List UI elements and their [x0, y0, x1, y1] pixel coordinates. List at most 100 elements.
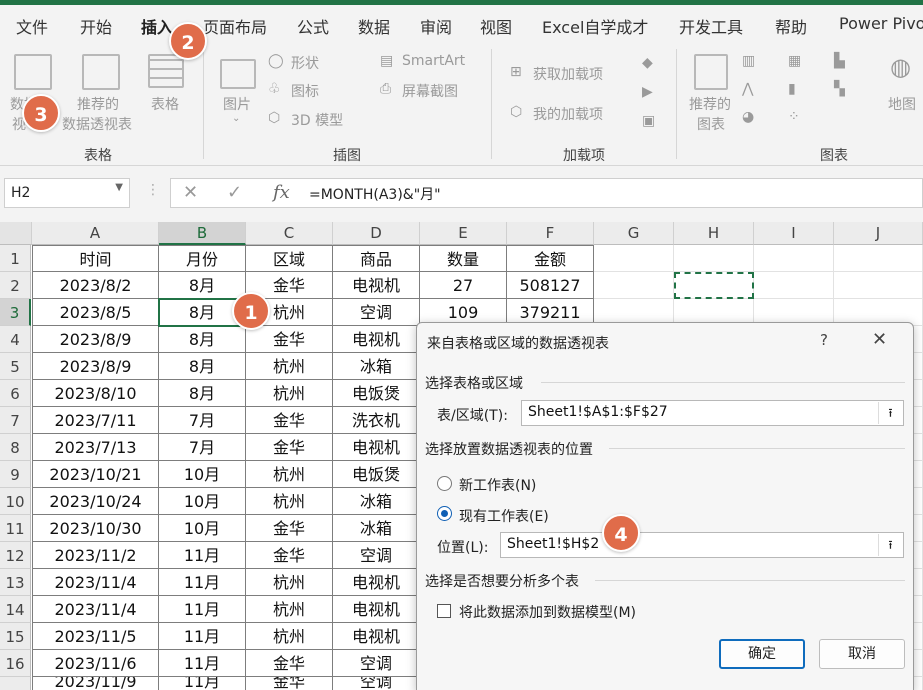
- table-cell[interactable]: 2023/8/9: [32, 353, 159, 380]
- enter-icon[interactable]: ✓: [227, 182, 242, 203]
- row-header[interactable]: 7: [0, 407, 31, 434]
- table-cell[interactable]: 冰箱: [333, 515, 420, 542]
- table-header-cell[interactable]: 商品: [333, 245, 420, 272]
- table-cell[interactable]: 金华: [246, 515, 333, 542]
- table-cell[interactable]: 2023/10/30: [32, 515, 159, 542]
- table-header-cell[interactable]: 数量: [420, 245, 507, 272]
- data-model-checkbox[interactable]: [437, 604, 451, 618]
- table-cell[interactable]: 2023/10/21: [32, 461, 159, 488]
- ok-button[interactable]: 确定: [719, 639, 805, 669]
- column-header-b[interactable]: B: [159, 222, 246, 245]
- table-cell[interactable]: 空调: [333, 677, 420, 690]
- line-chart-icon[interactable]: ⋀: [742, 81, 753, 97]
- column-header-i[interactable]: I: [754, 222, 834, 245]
- formula-input[interactable]: ✕ ✓ fx =MONTH(A3)&"月": [170, 178, 923, 208]
- recommended-charts-icon[interactable]: [694, 54, 728, 90]
- table-cell[interactable]: 2023/7/11: [32, 407, 159, 434]
- picture-icon[interactable]: [220, 59, 256, 89]
- table-header-cell[interactable]: 时间: [32, 245, 159, 272]
- map-icon[interactable]: ◍: [890, 53, 911, 81]
- empty-cell[interactable]: [834, 245, 923, 272]
- column-header-g[interactable]: G: [594, 222, 674, 245]
- row-header[interactable]: 11: [0, 515, 31, 542]
- cancel-icon[interactable]: ✕: [183, 182, 198, 203]
- tab-data[interactable]: 数据: [358, 14, 390, 38]
- tab-developer[interactable]: 开发工具: [679, 14, 743, 38]
- table-cell[interactable]: 10月: [159, 461, 246, 488]
- select-all-corner[interactable]: [0, 222, 32, 245]
- table-cell[interactable]: 金华: [246, 542, 333, 569]
- tab-home[interactable]: 开始: [80, 14, 112, 38]
- pivot-table-icon[interactable]: [14, 54, 52, 90]
- table-cell[interactable]: 7月: [159, 407, 246, 434]
- bing-icon[interactable]: ▶: [642, 84, 653, 100]
- table-cell[interactable]: 电饭煲: [333, 461, 420, 488]
- drag-handle-icon[interactable]: ⋮: [146, 182, 160, 198]
- table-cell[interactable]: 冰箱: [333, 353, 420, 380]
- column-header-a[interactable]: A: [32, 222, 159, 245]
- row-header[interactable]: 10: [0, 488, 31, 515]
- table-cell[interactable]: 杭州: [246, 569, 333, 596]
- tab-page-layout[interactable]: 页面布局: [203, 14, 267, 38]
- maps-label[interactable]: 地图: [888, 94, 916, 114]
- hierarchy-chart-icon[interactable]: ▦: [788, 53, 801, 69]
- table-header-cell[interactable]: 金额: [507, 245, 594, 272]
- data-model-label[interactable]: 将此数据添加到数据模型(M): [459, 602, 636, 622]
- table-cell[interactable]: 2023/8/5: [32, 299, 159, 326]
- statistic-chart-icon[interactable]: ▮: [788, 81, 796, 97]
- screenshot-label[interactable]: 屏幕截图: [402, 81, 458, 101]
- visio-icon[interactable]: ◆: [642, 55, 653, 71]
- shapes-label[interactable]: 形状: [291, 53, 319, 73]
- row-header[interactable]: 6: [0, 380, 31, 407]
- people-graph-icon[interactable]: ▣: [642, 113, 655, 129]
- table-cell[interactable]: 金华: [246, 434, 333, 461]
- table-cell[interactable]: 电视机: [333, 434, 420, 461]
- row-header[interactable]: 8: [0, 434, 31, 461]
- table-cell[interactable]: 2023/7/13: [32, 434, 159, 461]
- column-chart-icon[interactable]: ▥: [742, 53, 755, 69]
- row-header[interactable]: [0, 677, 31, 690]
- smartart-icon[interactable]: ▤: [380, 53, 393, 69]
- column-header-d[interactable]: D: [333, 222, 420, 245]
- table-cell[interactable]: 杭州: [246, 461, 333, 488]
- table-header-cell[interactable]: 区域: [246, 245, 333, 272]
- column-header-j[interactable]: J: [834, 222, 923, 245]
- table-cell[interactable]: 11月: [159, 677, 246, 690]
- table-cell[interactable]: 冰箱: [333, 488, 420, 515]
- icons-label[interactable]: 图标: [291, 81, 319, 101]
- recommended-pivot-icon[interactable]: [82, 54, 120, 90]
- table-cell[interactable]: 电视机: [333, 272, 420, 299]
- tab-insert[interactable]: 插入: [141, 14, 173, 38]
- tab-help[interactable]: 帮助: [775, 14, 807, 38]
- name-box[interactable]: H2 ▼: [4, 178, 130, 208]
- existing-sheet-radio[interactable]: [437, 506, 452, 521]
- table-cell[interactable]: 2023/11/5: [32, 623, 159, 650]
- table-cell[interactable]: 2023/8/9: [32, 326, 159, 353]
- row-header[interactable]: 16: [0, 650, 31, 677]
- table-cell[interactable]: 金华: [246, 677, 333, 690]
- new-sheet-label[interactable]: 新工作表(N): [459, 475, 536, 495]
- table-cell[interactable]: 8月: [159, 326, 246, 353]
- table-cell[interactable]: 11月: [159, 623, 246, 650]
- empty-cell[interactable]: [754, 245, 834, 272]
- table-cell[interactable]: 2023/11/9: [32, 677, 159, 690]
- 3d-model-icon[interactable]: ⬡: [268, 110, 280, 126]
- collapse-dialog-icon[interactable]: ⭱: [878, 534, 902, 556]
- table-cell[interactable]: 电饭煲: [333, 380, 420, 407]
- table-cell[interactable]: 8月: [159, 380, 246, 407]
- table-cell[interactable]: 2023/11/4: [32, 569, 159, 596]
- row-header[interactable]: 4: [0, 326, 31, 353]
- row-header[interactable]: 5: [0, 353, 31, 380]
- close-icon[interactable]: ✕: [872, 329, 887, 350]
- get-addins-label[interactable]: 获取加载项: [533, 64, 603, 84]
- row-header[interactable]: 14: [0, 596, 31, 623]
- row-header[interactable]: 3: [0, 299, 31, 326]
- table-cell[interactable]: 空调: [333, 299, 420, 326]
- table-cell[interactable]: 2023/8/2: [32, 272, 159, 299]
- table-cell[interactable]: 2023/11/2: [32, 542, 159, 569]
- tab-file[interactable]: 文件: [16, 14, 48, 38]
- column-header-e[interactable]: E: [420, 222, 507, 245]
- pie-chart-icon[interactable]: ◕: [742, 109, 754, 125]
- table-cell[interactable]: 7月: [159, 434, 246, 461]
- collapse-dialog-icon[interactable]: ⭱: [878, 402, 902, 424]
